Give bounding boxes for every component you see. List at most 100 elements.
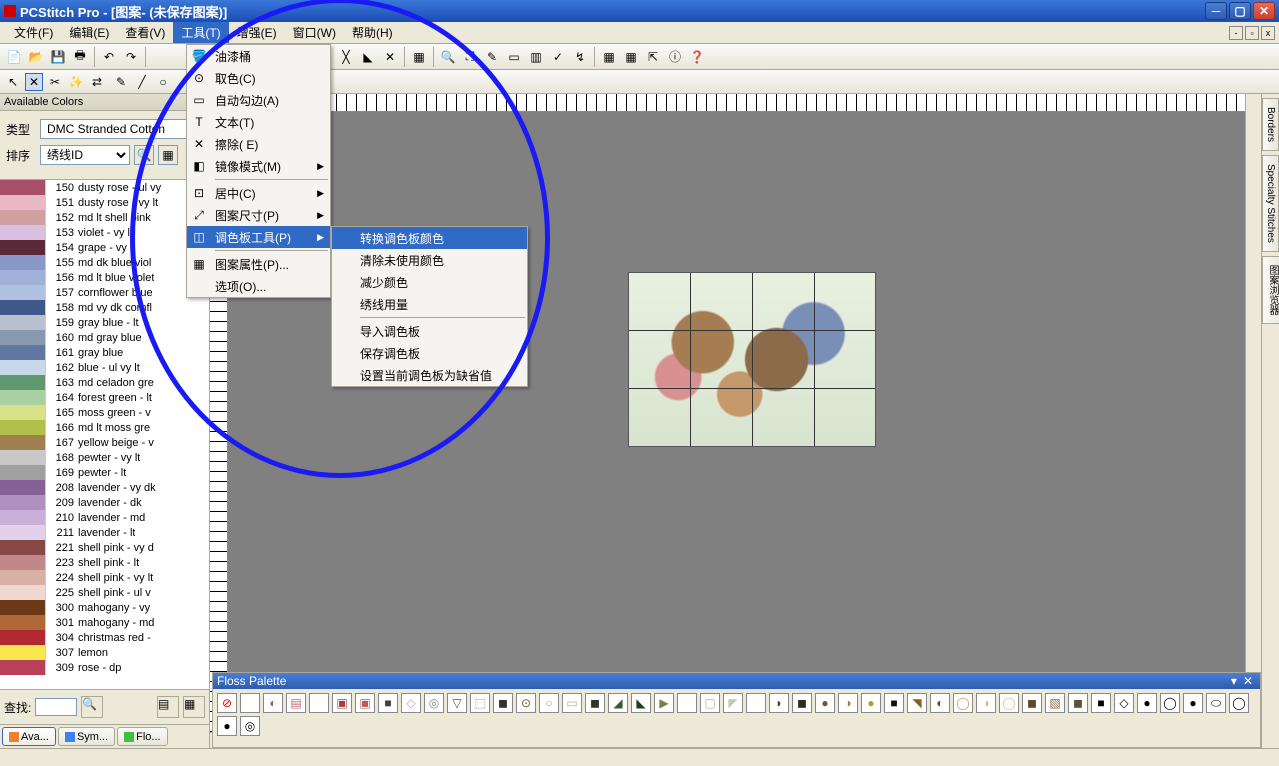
type-select[interactable]: DMC Stranded Cotton: [40, 119, 203, 139]
undo-icon[interactable]: ↶: [99, 47, 119, 67]
floss-cell[interactable]: ■: [1091, 693, 1111, 713]
new-icon[interactable]: 📄: [4, 47, 24, 67]
canvas[interactable]: [228, 112, 1245, 732]
floss-cell[interactable]: ●: [861, 693, 881, 713]
color-row[interactable]: 150dusty rose - ul vy: [0, 180, 209, 195]
color-row[interactable]: 152md lt shell pink: [0, 210, 209, 225]
mdi-close[interactable]: x: [1261, 26, 1275, 40]
floss-cell[interactable]: ◯: [309, 693, 329, 713]
tool-b-icon[interactable]: ▭: [504, 47, 524, 67]
palette-submenu-item[interactable]: 转换调色板颜色: [332, 227, 527, 249]
floss-cell[interactable]: ◇: [401, 693, 421, 713]
tools-menu-item[interactable]: ✕擦除( E): [187, 133, 330, 155]
wand-icon[interactable]: ✨: [67, 73, 85, 91]
bottom-tab-2[interactable]: Flo...: [117, 727, 167, 746]
floss-cell[interactable]: ▽: [447, 693, 467, 713]
list-opt1-button[interactable]: ▤: [157, 696, 179, 718]
floss-cell[interactable]: ○: [677, 693, 697, 713]
color-row[interactable]: 304christmas red -: [0, 630, 209, 645]
color-row[interactable]: 300mahogany - vy: [0, 600, 209, 615]
floss-cell[interactable]: ●: [1183, 693, 1203, 713]
sort-opt2-button[interactable]: ▦: [158, 145, 178, 165]
zoom-in-icon[interactable]: 🔍: [438, 47, 458, 67]
floss-cell[interactable]: ◥: [907, 693, 927, 713]
color-row[interactable]: 210lavender - md: [0, 510, 209, 525]
color-row[interactable]: 209lavender - dk: [0, 495, 209, 510]
flip-icon[interactable]: ⇄: [88, 73, 106, 91]
floss-cell[interactable]: ◇: [1114, 693, 1134, 713]
color-row[interactable]: 159gray blue - lt: [0, 315, 209, 330]
menu-4[interactable]: 增强(E): [229, 22, 285, 43]
floss-cell[interactable]: ○: [539, 693, 559, 713]
mdi-restore[interactable]: ▫: [1245, 26, 1259, 40]
floss-cell[interactable]: ◣: [631, 693, 651, 713]
open-icon[interactable]: 📂: [26, 47, 46, 67]
color-row[interactable]: 155md dk blue viol: [0, 255, 209, 270]
tools-menu-item[interactable]: ⤢图案尺寸(P)▶: [187, 204, 330, 226]
right-tab-2[interactable]: 图案浏览器: [1262, 256, 1279, 324]
floss-cell[interactable]: ◼: [493, 693, 513, 713]
color-row[interactable]: 224shell pink - vy lt: [0, 570, 209, 585]
line-icon[interactable]: ╱: [133, 73, 151, 91]
floss-cell[interactable]: ▭: [562, 693, 582, 713]
floss-cell[interactable]: ◼: [792, 693, 812, 713]
menu-5[interactable]: 窗口(W): [285, 22, 344, 43]
floss-cell[interactable]: ◯: [999, 693, 1019, 713]
floss-cell[interactable]: ▣: [332, 693, 352, 713]
tools-menu-item[interactable]: ◫调色板工具(P)▶: [187, 226, 330, 248]
maximize-button[interactable]: ▢: [1229, 2, 1251, 20]
tools-menu-item[interactable]: ⊙取色(C): [187, 67, 330, 89]
color-row[interactable]: 158md vy dk cornfl: [0, 300, 209, 315]
color-row[interactable]: 309rose - dp: [0, 660, 209, 675]
menu-1[interactable]: 编辑(E): [61, 22, 117, 43]
floss-cell[interactable]: ◯: [1160, 693, 1180, 713]
tools-menu-item[interactable]: ◧镜像模式(M)▶: [187, 155, 330, 177]
floss-cell[interactable]: ●: [1137, 693, 1157, 713]
floss-cell[interactable]: ◑: [838, 693, 858, 713]
color-row[interactable]: 162blue - ul vy lt: [0, 360, 209, 375]
color-row[interactable]: 160md gray blue: [0, 330, 209, 345]
floss-cell[interactable]: ▢: [700, 693, 720, 713]
color-row[interactable]: 167yellow beige - v: [0, 435, 209, 450]
tool-e-icon[interactable]: ↯: [570, 47, 590, 67]
redo-icon[interactable]: ↷: [121, 47, 141, 67]
floss-cell[interactable]: ▧: [1045, 693, 1065, 713]
menu-3[interactable]: 工具(T): [173, 22, 228, 43]
floss-cell[interactable]: ⬭: [1206, 693, 1226, 713]
color-row[interactable]: 301mahogany - md: [0, 615, 209, 630]
floss-cell[interactable]: ◯: [953, 693, 973, 713]
floss-cell[interactable]: ◤: [723, 693, 743, 713]
sort-opt1-button[interactable]: 🔍: [134, 145, 154, 165]
menu-2[interactable]: 查看(V): [117, 22, 173, 43]
list-opt2-button[interactable]: ▦: [183, 696, 205, 718]
color-row[interactable]: 223shell pink - lt: [0, 555, 209, 570]
tool-c-icon[interactable]: ▥: [526, 47, 546, 67]
floss-cell[interactable]: ◎: [424, 693, 444, 713]
color-row[interactable]: 165moss green - v: [0, 405, 209, 420]
palette-submenu-item[interactable]: 设置当前调色板为缺省值: [332, 364, 527, 386]
circle-icon[interactable]: ○: [154, 73, 172, 91]
color-row[interactable]: 163md celadon gre: [0, 375, 209, 390]
zoom-fit-icon[interactable]: ⛶: [460, 47, 480, 67]
floss-cell[interactable]: ◼: [585, 693, 605, 713]
color-row[interactable]: 169pewter - lt: [0, 465, 209, 480]
floss-close-icon[interactable]: ✕: [1240, 674, 1256, 688]
scrollbar-vertical[interactable]: [1245, 112, 1261, 732]
pointer-icon[interactable]: ↖: [4, 73, 22, 91]
color-row[interactable]: 221shell pink - vy d: [0, 540, 209, 555]
tools-menu-item[interactable]: ⊡居中(C)▶: [187, 182, 330, 204]
floss-cell[interactable]: ▢: [746, 693, 766, 713]
bottom-tab-1[interactable]: Sym...: [58, 727, 115, 746]
color-row[interactable]: 307lemon: [0, 645, 209, 660]
color-row[interactable]: 154grape - vy lt: [0, 240, 209, 255]
tool-d-icon[interactable]: ✓: [548, 47, 568, 67]
menu-6[interactable]: 帮助(H): [344, 22, 401, 43]
floss-cell[interactable]: ◎: [240, 716, 260, 736]
floss-cell[interactable]: ▶: [654, 693, 674, 713]
palette-submenu-item[interactable]: 导入调色板: [332, 320, 527, 342]
scissors-icon[interactable]: ✂: [46, 73, 64, 91]
palette-submenu-item[interactable]: 保存调色板: [332, 342, 527, 364]
floss-cell[interactable]: ◐: [930, 693, 950, 713]
palette-submenu-item[interactable]: 绣线用量: [332, 293, 527, 315]
print-icon[interactable]: 🖶: [70, 47, 90, 67]
